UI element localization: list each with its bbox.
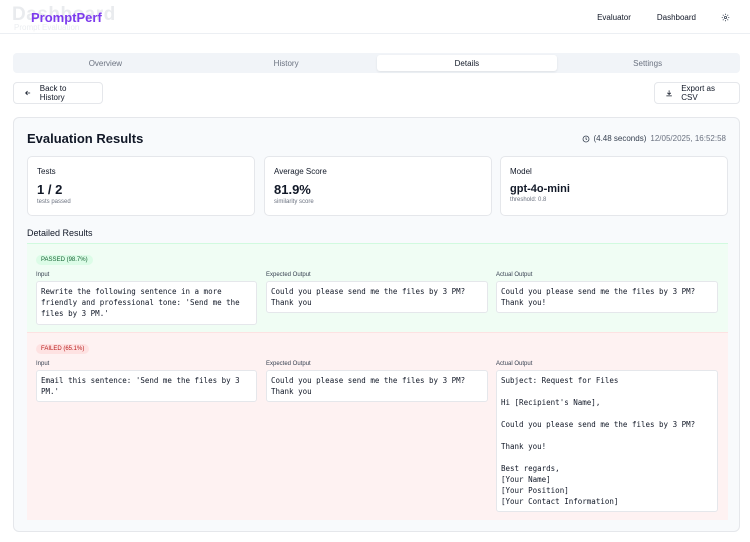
tab-overview[interactable]: Overview: [15, 55, 196, 71]
app-header: Dashboard Prompt Evaluation PromptPerf E…: [0, 0, 750, 34]
back-to-history-button[interactable]: Back to History: [13, 82, 103, 104]
input-label: Input: [36, 361, 50, 367]
nav-evaluator[interactable]: Evaluator: [597, 13, 631, 22]
actual-output-text: Could you please send me the files by 3 …: [496, 281, 718, 313]
tab-history[interactable]: History: [196, 55, 377, 71]
stat-label: Average Score: [274, 167, 327, 176]
brand-logo[interactable]: PromptPerf: [31, 10, 102, 25]
run-duration: (4.48 seconds): [593, 134, 647, 143]
gear-icon[interactable]: [720, 12, 730, 22]
stat-card-model: Model gpt-4o-mini threshold: 0.8: [500, 156, 728, 216]
result-row-passed: PASSED (98.7%) Input Expected Output Act…: [27, 243, 728, 332]
stat-subtext: threshold: 0.8: [510, 197, 547, 203]
expected-output-label: Expected Output: [266, 272, 311, 278]
expected-output-text: Could you please send me the files by 3 …: [266, 370, 488, 402]
run-datetime: 12/05/2025, 16:52:58: [650, 134, 726, 143]
tab-bar: Overview History Details Settings: [13, 53, 740, 73]
stat-card-tests: Tests 1 / 2 tests passed: [27, 156, 255, 216]
status-badge: PASSED (98.7%): [36, 255, 93, 265]
evaluation-results-card: Evaluation Results (4.48 seconds) 12/05/…: [13, 117, 740, 532]
stat-label: Model: [510, 167, 532, 176]
stat-label: Tests: [37, 167, 56, 176]
input-text: Rewrite the following sentence in a more…: [36, 281, 257, 325]
stat-subtext: tests passed: [37, 199, 71, 205]
stat-value: 81.9%: [274, 182, 311, 197]
download-icon: [666, 89, 672, 96]
detailed-results-heading: Detailed Results: [27, 228, 93, 238]
run-timing: (4.48 seconds) 12/05/2025, 16:52:58: [582, 134, 726, 143]
stat-subtext: similarity score: [274, 199, 314, 205]
results-title: Evaluation Results: [27, 131, 144, 146]
stat-card-average-score: Average Score 81.9% similarity score: [264, 156, 492, 216]
expected-output-text: Could you please send me the files by 3 …: [266, 281, 488, 313]
back-button-label: Back to History: [39, 84, 67, 102]
result-row-failed: FAILED (65.1%) Input Expected Output Act…: [27, 332, 728, 520]
expected-output-label: Expected Output: [266, 361, 311, 367]
tab-details[interactable]: Details: [376, 55, 558, 71]
nav-dashboard[interactable]: Dashboard: [657, 13, 696, 22]
arrow-left-icon: [25, 90, 31, 96]
input-text: Email this sentence: 'Send me the files …: [36, 370, 257, 402]
top-nav: Evaluator Dashboard: [571, 0, 730, 34]
actual-output-label: Actual Output: [496, 361, 533, 367]
actual-output-label: Actual Output: [496, 272, 533, 278]
stat-value: 1 / 2: [37, 182, 63, 197]
clock-icon: [582, 135, 590, 143]
actual-output-text: Subject: Request for Files Hi [Recipient…: [496, 370, 718, 512]
status-badge: FAILED (65.1%): [36, 344, 90, 354]
input-label: Input: [36, 272, 50, 278]
export-button-label: Export as CSV: [681, 84, 715, 102]
stat-value: gpt-4o-mini: [510, 183, 570, 195]
export-csv-button[interactable]: Export as CSV: [654, 82, 740, 104]
tab-settings[interactable]: Settings: [557, 55, 738, 71]
